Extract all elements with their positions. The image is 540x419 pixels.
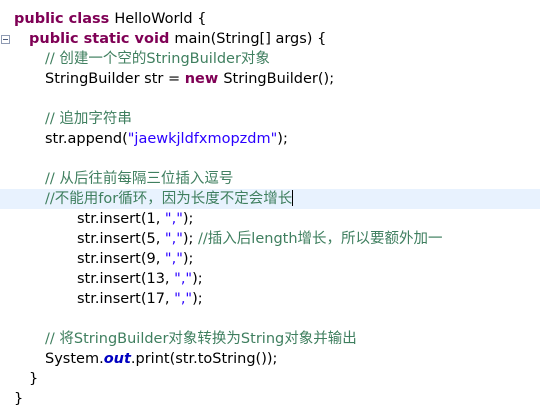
code-line[interactable]: public class HelloWorld { [0, 9, 540, 29]
text-caret [292, 190, 294, 206]
code-line-text: str.insert(17, ","); [77, 289, 203, 309]
code-line[interactable]: StringBuilder str = new StringBuilder(); [0, 69, 540, 89]
code-token: ); [192, 271, 203, 287]
code-line[interactable]: System.out.print(str.toString()); [0, 349, 540, 369]
code-token: main(String[] args) { [174, 31, 327, 47]
code-line-text: } [14, 389, 23, 409]
code-token: System. [45, 351, 104, 367]
code-line-text: // 创建一个空的StringBuilder对象 [45, 49, 270, 69]
code-token: out [103, 351, 131, 367]
code-line[interactable]: str.insert(9, ","); [0, 249, 540, 269]
code-line[interactable]: str.append("jaewkjldfxmopzdm"); [0, 129, 540, 149]
code-token: "," [164, 231, 183, 247]
code-token: public static void [29, 31, 175, 47]
code-line-text: str.append("jaewkjldfxmopzdm"); [45, 129, 288, 149]
code-line[interactable]: } [0, 369, 540, 389]
code-editor[interactable]: public class HelloWorld {public static v… [0, 0, 540, 419]
code-line[interactable]: } [0, 389, 540, 409]
code-line-text: System.out.print(str.toString()); [45, 349, 277, 369]
code-token: "," [174, 271, 193, 287]
code-line-text: str.insert(13, ","); [77, 269, 203, 289]
code-line-text: // 从后往前每隔三位插入逗号 [45, 169, 233, 189]
code-token: "jaewkjldfxmopzdm" [127, 131, 278, 147]
code-token: StringBuilder(); [223, 71, 335, 87]
code-token: // 创建一个空的StringBuilder对象 [45, 51, 270, 67]
code-token: // 追加字符串 [45, 111, 132, 127]
code-token: str.insert(5, [77, 231, 165, 247]
code-token: str.insert(13, [77, 271, 175, 287]
code-token: str.insert(17, [77, 291, 175, 307]
code-line[interactable]: str.insert(17, ","); [0, 289, 540, 309]
code-token: ); [182, 211, 194, 227]
code-line[interactable]: //不能用for循环，因为长度不定会增长 [0, 189, 540, 209]
code-line-text: //不能用for循环，因为长度不定会增长 [45, 189, 294, 209]
code-token: str.insert(9, [77, 251, 165, 267]
code-line[interactable]: str.insert(1, ","); [0, 209, 540, 229]
code-token: // 将StringBuilder对象转换为String对象并输出 [45, 331, 357, 347]
code-line[interactable] [0, 309, 540, 329]
code-token: //不能用for循环，因为长度不定会增长 [45, 191, 293, 207]
code-token: new [184, 71, 224, 87]
code-line[interactable]: // 追加字符串 [0, 109, 540, 129]
code-token: str.append( [45, 131, 128, 147]
code-line[interactable]: str.insert(5, ","); //插入后length增长，所以要额外加… [0, 229, 540, 249]
code-token: ); [192, 291, 203, 307]
code-token: ); [277, 131, 288, 147]
code-line-text: // 追加字符串 [45, 109, 132, 129]
code-token: str.insert(1, [77, 211, 165, 227]
code-token: ); [182, 231, 199, 247]
code-line-text: str.insert(1, ","); [77, 209, 193, 229]
code-token: public class [14, 11, 115, 27]
code-token: } [29, 371, 39, 387]
code-line[interactable]: public static void main(String[] args) { [0, 29, 540, 49]
code-line-text: // 将StringBuilder对象转换为String对象并输出 [45, 329, 357, 349]
code-line-text: public class HelloWorld { [14, 9, 206, 29]
code-line[interactable]: str.insert(13, ","); [0, 269, 540, 289]
code-line-text: str.insert(5, ","); //插入后length增长，所以要额外加… [77, 229, 443, 249]
code-token: HelloWorld { [114, 11, 207, 27]
code-token: "," [164, 211, 183, 227]
code-token: } [14, 391, 24, 407]
code-token: //插入后length增长，所以要额外加一 [198, 231, 443, 247]
code-line[interactable] [0, 89, 540, 109]
code-line[interactable]: // 从后往前每隔三位插入逗号 [0, 169, 540, 189]
code-line-text: str.insert(9, ","); [77, 249, 193, 269]
code-line-text: public static void main(String[] args) { [29, 29, 326, 49]
code-token: "," [174, 291, 193, 307]
code-line[interactable]: // 创建一个空的StringBuilder对象 [0, 49, 540, 69]
code-token: StringBuilder str = [45, 71, 185, 87]
code-token: ); [182, 251, 194, 267]
code-token: "," [164, 251, 183, 267]
code-line-text: StringBuilder str = new StringBuilder(); [45, 69, 334, 89]
code-line-text: } [29, 369, 38, 389]
code-line[interactable] [0, 149, 540, 169]
code-token: // 从后往前每隔三位插入逗号 [45, 171, 234, 187]
code-line[interactable]: // 将StringBuilder对象转换为String对象并输出 [0, 329, 540, 349]
code-token: .print(str.toString()); [130, 351, 278, 367]
